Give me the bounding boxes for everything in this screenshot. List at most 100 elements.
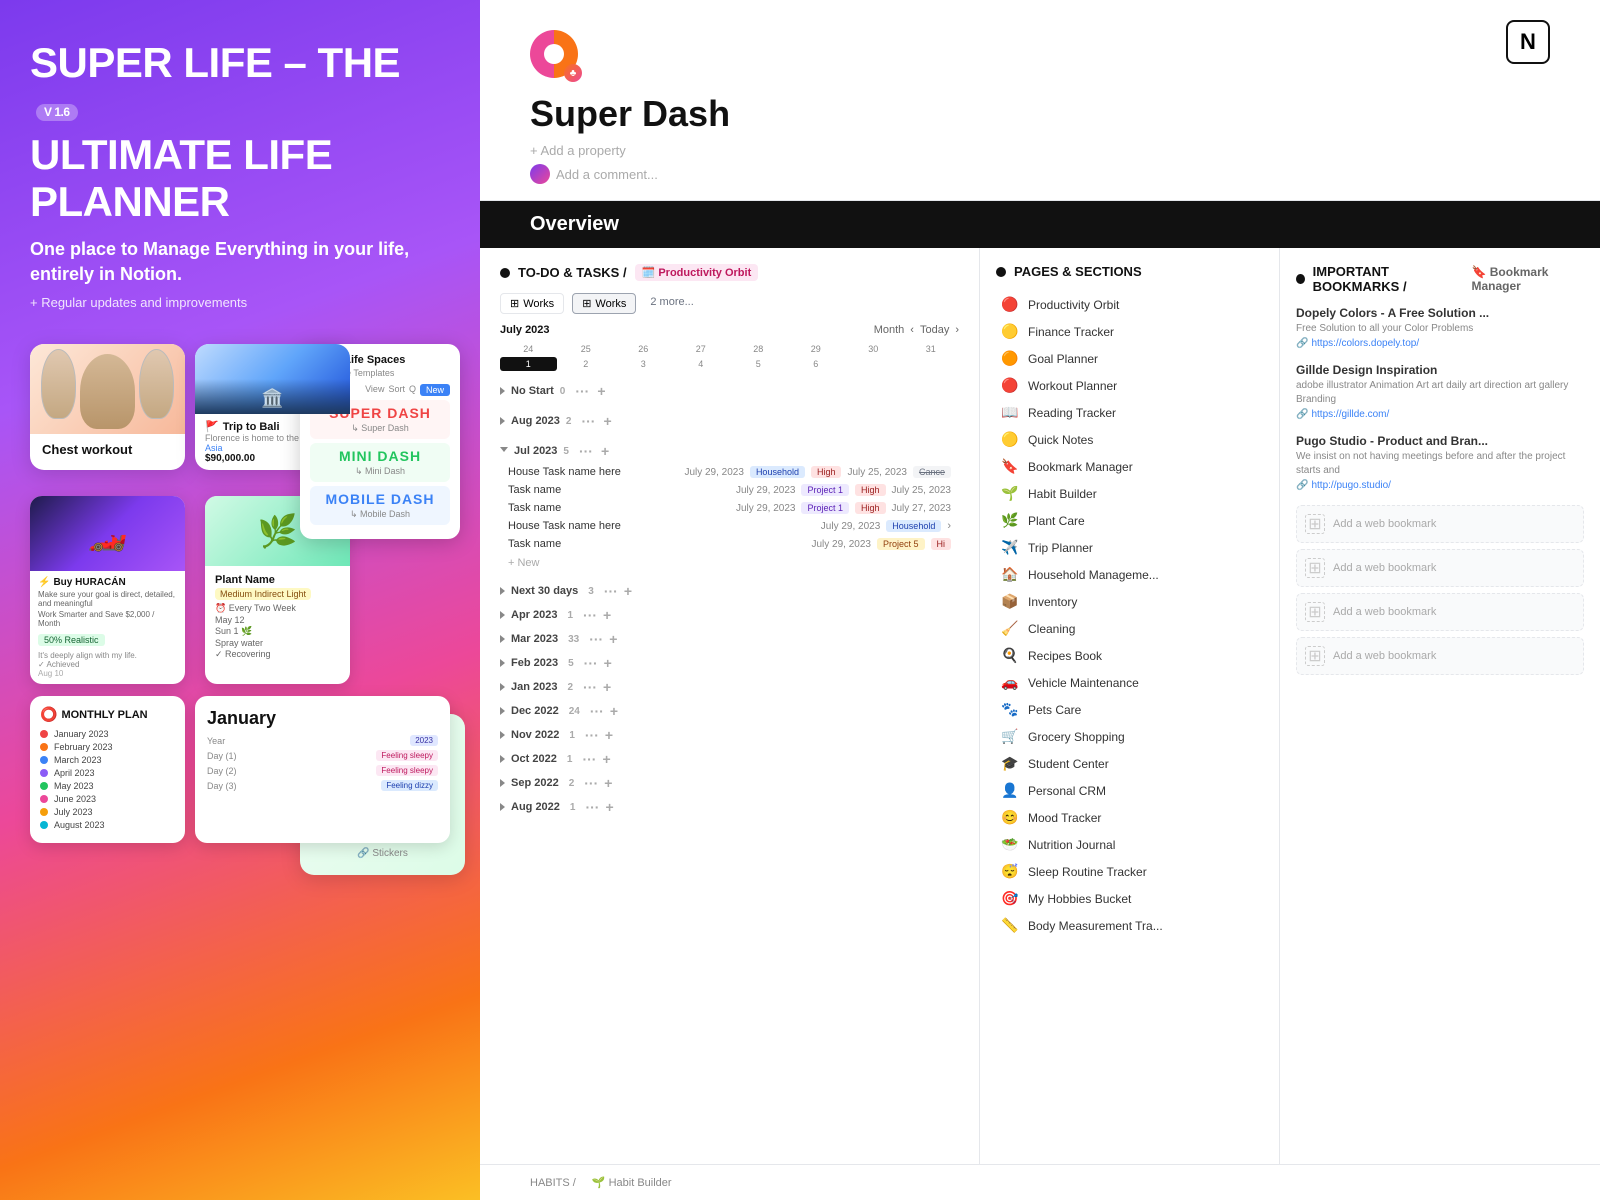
page-emoji-icon: 🍳 — [1000, 647, 1020, 664]
plant-date: May 12 — [215, 615, 340, 625]
list-item[interactable]: 😊Mood Tracker — [996, 804, 1263, 831]
list-item[interactable]: 🐾Pets Care — [996, 696, 1263, 723]
add-bookmarks-list[interactable]: ⊞Add a web bookmark ⊞Add a web bookmark ⊞A… — [1296, 505, 1584, 675]
add-bookmark-label: Add a web bookmark — [1333, 606, 1436, 618]
group-header-jan[interactable]: Jan 20232 ··· + — [500, 675, 959, 699]
add-bookmark-btn[interactable]: ⊞Add a web bookmark — [1296, 593, 1584, 631]
add-task-btn[interactable]: + New — [500, 553, 959, 573]
list-item[interactable]: 🔴Workout Planner — [996, 372, 1263, 399]
group-header-aug22[interactable]: Aug 20221 ··· + — [500, 795, 959, 819]
page-item-label: Workout Planner — [1028, 379, 1117, 393]
list-item[interactable]: 🧹Cleaning — [996, 615, 1263, 642]
page-emoji-icon: 🏠 — [1000, 566, 1020, 583]
list-item[interactable]: 📖Reading Tracker — [996, 399, 1263, 426]
bookmark-link[interactable]: 🔗 https://colors.dopely.top/ — [1296, 338, 1584, 349]
add-bookmark-btn[interactable]: ⊞Add a web bookmark — [1296, 549, 1584, 587]
todo-dot — [500, 268, 510, 278]
table-row[interactable]: House Task name here July 29, 2023 House… — [500, 517, 959, 535]
group-header-nov22[interactable]: Nov 20221 ··· + — [500, 723, 959, 747]
list-item[interactable]: 🟡Finance Tracker — [996, 318, 1263, 345]
page-item-label: Body Measurement Tra... — [1028, 919, 1163, 933]
page-emoji-icon: 📦 — [1000, 593, 1020, 610]
bookmark-item: Pugo Studio - Product and Bran... We ins… — [1296, 434, 1584, 491]
tab-works-1[interactable]: ⊞⊞ WorksWorks — [500, 293, 564, 314]
bookmarks-dot — [1296, 274, 1305, 284]
lambo-desc: Make sure your goal is direct, detailed,… — [38, 590, 177, 608]
more-tabs-btn[interactable]: 2 more... — [644, 293, 699, 314]
list-item[interactable]: 🎓Student Center — [996, 750, 1263, 777]
list-item[interactable]: 🔖Bookmark Manager — [996, 453, 1263, 480]
list-item[interactable]: ✈️Trip Planner — [996, 534, 1263, 561]
list-item[interactable]: 🏠 Household Manageme... — [996, 561, 1263, 588]
list-item[interactable]: 🌿Plant Care — [996, 507, 1263, 534]
table-row[interactable]: Task name July 29, 2023 Project 5 Hi — [500, 535, 959, 553]
bookmark-link[interactable]: 🔗 http://pugo.studio/ — [1296, 480, 1584, 491]
table-row[interactable]: House Task name here July 29, 2023 House… — [500, 463, 959, 481]
page-item-label: Personal CRM — [1028, 784, 1106, 798]
page-emoji-icon: 🚗 — [1000, 674, 1020, 691]
notion-logo: N — [1506, 20, 1550, 64]
view-mode[interactable]: Month — [874, 324, 905, 336]
group-header-next30[interactable]: Next 30 days3 ··· + — [500, 579, 959, 603]
todo-tabs[interactable]: ⊞⊞ WorksWorks ⊞Works 2 more... — [500, 293, 959, 314]
today-btn[interactable]: Today — [920, 324, 949, 336]
list-item[interactable]: 🎯My Hobbies Bucket — [996, 885, 1263, 912]
triangle-aug-icon — [500, 417, 505, 425]
list-item[interactable]: 📏 Body Measurement Tra... — [996, 912, 1263, 939]
page-item-label: My Hobbies Bucket — [1028, 892, 1131, 906]
bookmark-link[interactable]: 🔗 https://gillde.com/ — [1296, 409, 1584, 420]
page-emoji-icon: 😊 — [1000, 809, 1020, 826]
list-item[interactable]: 🔴Productivity Orbit — [996, 291, 1263, 318]
add-bookmark-btn[interactable]: ⊞Add a web bookmark — [1296, 637, 1584, 675]
triangle-oct22-icon — [500, 755, 505, 763]
list-item[interactable]: 😴Sleep Routine Tracker — [996, 858, 1263, 885]
bookmarks-header: IMPORTANT BOOKMARKS / 🔖 Bookmark Manager — [1296, 264, 1584, 294]
list-item[interactable]: 🚗Vehicle Maintenance — [996, 669, 1263, 696]
triangle-feb-icon — [500, 659, 505, 667]
list-item[interactable]: 🌱Habit Builder — [996, 480, 1263, 507]
bookmark-desc: We insist on not having meetings before … — [1296, 450, 1584, 478]
add-comment[interactable]: Add a comment... — [530, 164, 1550, 184]
add-bookmark-label: Add a web bookmark — [1333, 518, 1436, 530]
page-emoji-icon: 📏 — [1000, 917, 1020, 934]
list-item[interactable]: 🥗Nutrition Journal — [996, 831, 1263, 858]
list-item[interactable]: 🛒Grocery Shopping — [996, 723, 1263, 750]
page-item-label: Goal Planner — [1028, 352, 1098, 366]
page-emoji-icon: 🐾 — [1000, 701, 1020, 718]
page-item-label: Household Manageme... — [1028, 568, 1159, 582]
hero-subtitle: One place to Manage Everything in your l… — [30, 237, 450, 287]
group-header-sep22[interactable]: Sep 20222 ··· + — [500, 771, 959, 795]
table-row[interactable]: Task name July 29, 2023 Project 1 High J… — [500, 499, 959, 517]
list-item[interactable]: 🟡Quick Notes — [996, 426, 1263, 453]
list-item[interactable]: 📦Inventory — [996, 588, 1263, 615]
page-emoji-icon: 😴 — [1000, 863, 1020, 880]
add-bookmark-btn[interactable]: ⊞Add a web bookmark — [1296, 505, 1584, 543]
page-emoji-icon: 🔖 — [1000, 458, 1020, 475]
list-item[interactable]: 🍳Recipes Book — [996, 642, 1263, 669]
bookmark-title: Dopely Colors - A Free Solution ... — [1296, 306, 1584, 320]
group-header-nostart[interactable]: No Start0 ··· + — [500, 379, 959, 403]
group-header-oct22[interactable]: Oct 20221 ··· + — [500, 747, 959, 771]
cal-next[interactable]: › — [955, 324, 959, 336]
page-emoji-icon: 🟠 — [1000, 350, 1020, 367]
group-header-feb[interactable]: Feb 20235 ··· + — [500, 651, 959, 675]
tab-works-2[interactable]: ⊞Works — [572, 293, 636, 314]
page-item-label: Grocery Shopping — [1028, 730, 1125, 744]
add-property[interactable]: + Add a property — [530, 143, 1550, 158]
page-title: Super Dash — [530, 93, 1550, 135]
group-header-jul[interactable]: Jul 20235 ··· + — [500, 439, 959, 463]
group-header-aug[interactable]: Aug 20232 ··· + — [500, 409, 959, 433]
cal-prev[interactable]: ‹ — [910, 324, 914, 336]
group-header-dec22[interactable]: Dec 202224 ··· + — [500, 699, 959, 723]
cards-area: Super Life Spaces Super Life Templates V… — [30, 344, 450, 843]
calendar-header: July 2023 Month ‹ Today › — [500, 324, 959, 336]
list-item[interactable]: 👤Personal CRM — [996, 777, 1263, 804]
footer-habit-builder[interactable]: 🌱 Habit Builder — [592, 1176, 672, 1189]
group-header-apr[interactable]: Apr 20231 ··· + — [500, 603, 959, 627]
list-item[interactable]: 🟠 Goal Planner — [996, 345, 1263, 372]
january-card: January Year 2023 Day (1) Feeling sleepy… — [195, 696, 450, 843]
task-group-aug: Aug 20232 ··· + — [500, 409, 959, 433]
bookmark-item: Dopely Colors - A Free Solution ... Free… — [1296, 306, 1584, 349]
table-row[interactable]: Task name July 29, 2023 Project 1 High J… — [500, 481, 959, 499]
group-header-mar[interactable]: Mar 202333 ··· + — [500, 627, 959, 651]
